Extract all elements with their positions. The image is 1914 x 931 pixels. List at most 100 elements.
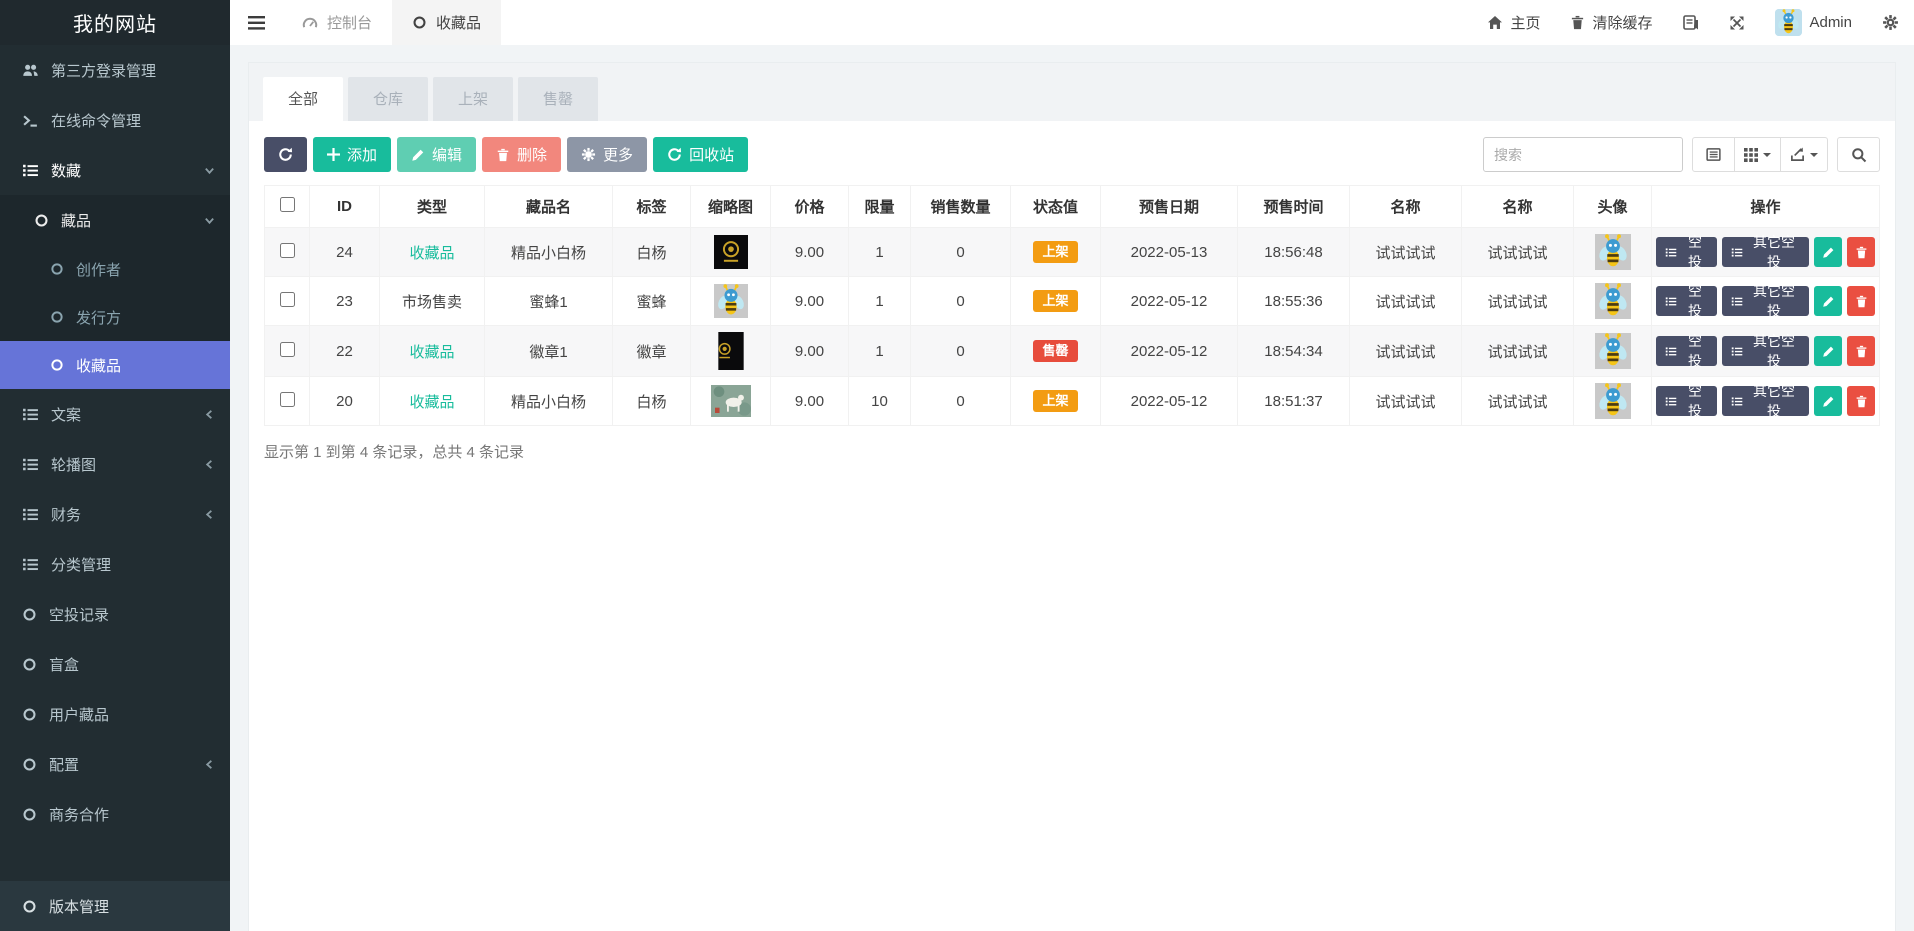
avatar[interactable] — [1595, 333, 1631, 369]
avatar[interactable] — [1595, 234, 1631, 270]
sidebar-item-third-party-login[interactable]: 第三方登录管理 — [0, 45, 230, 95]
delete-row-button[interactable] — [1847, 336, 1875, 366]
avatar[interactable] — [1595, 383, 1631, 419]
table-header-row: ID 类型 藏品名 标签 缩略图 价格 限量 销售数量 状态值 预售日期 预售时… — [265, 186, 1880, 228]
sidebar-item-blind-box[interactable]: 盲盒 — [0, 639, 230, 689]
recycle-bin-button[interactable]: 回收站 — [653, 137, 748, 172]
thumbnail-image[interactable] — [714, 284, 748, 318]
select-all-checkbox[interactable] — [280, 197, 295, 212]
trash-icon — [1570, 15, 1585, 30]
sidebar-spacer — [0, 839, 230, 881]
other-airdrop-button[interactable]: 其它空投 — [1722, 286, 1809, 316]
edit-row-button[interactable] — [1814, 237, 1842, 267]
sidebar-item-label: 商务合作 — [49, 804, 109, 825]
sidebar-item-shucang[interactable]: 数藏 — [0, 145, 230, 195]
search-button[interactable] — [1837, 137, 1880, 172]
cell-limit: 1 — [849, 277, 911, 326]
user-menu[interactable]: Admin — [1760, 0, 1867, 45]
cell-actions: 空投 其它空投 — [1652, 377, 1880, 426]
row-checkbox[interactable] — [280, 392, 295, 407]
delete-row-button[interactable] — [1847, 237, 1875, 267]
delete-button[interactable]: 删除 — [482, 137, 561, 172]
chevron-down-icon — [204, 165, 215, 176]
edit-row-button[interactable] — [1814, 336, 1842, 366]
airdrop-button[interactable]: 空投 — [1656, 336, 1717, 366]
sidebar-item-collections[interactable]: 收藏品 — [0, 341, 230, 389]
other-airdrop-button[interactable]: 其它空投 — [1722, 386, 1809, 416]
status-badge: 上架 — [1033, 241, 1077, 263]
navbar-right: 主页 清除缓存 Admin — [1472, 0, 1914, 45]
app-logo[interactable]: 我的网站 — [0, 0, 230, 45]
airdrop-button[interactable]: 空投 — [1656, 286, 1717, 316]
filter-tab-all[interactable]: 全部 — [263, 77, 343, 121]
sidebar-item-copywriting[interactable]: 文案 — [0, 389, 230, 439]
panel-tabs: 全部 仓库 上架 售罄 — [249, 63, 1895, 121]
cell-name: 精品小白杨 — [485, 228, 613, 277]
avatar[interactable] — [1595, 283, 1631, 319]
delete-row-button[interactable] — [1847, 286, 1875, 316]
cell-presale-time: 18:56:48 — [1238, 228, 1350, 277]
sidebar-item-config[interactable]: 配置 — [0, 739, 230, 789]
thumbnail-image[interactable] — [714, 235, 748, 269]
circle-icon — [22, 807, 37, 822]
sidebar-item-creator[interactable]: 创作者 — [0, 245, 230, 293]
thumbnail-image[interactable] — [711, 385, 751, 417]
other-airdrop-button[interactable]: 其它空投 — [1722, 237, 1809, 267]
sidebar-item-finance[interactable]: 财务 — [0, 489, 230, 539]
cell-limit: 1 — [849, 228, 911, 277]
edit-button[interactable]: 编辑 — [397, 137, 476, 172]
sidebar-item-cangpin[interactable]: 藏品 — [0, 195, 230, 245]
tab-collections[interactable]: 收藏品 — [392, 0, 501, 45]
other-airdrop-button[interactable]: 其它空投 — [1722, 336, 1809, 366]
tab-dashboard[interactable]: 控制台 — [282, 0, 392, 45]
sidebar-item-online-command[interactable]: 在线命令管理 — [0, 95, 230, 145]
sidebar-item-label: 第三方登录管理 — [51, 60, 156, 81]
delete-row-button[interactable] — [1847, 386, 1875, 416]
refresh-button[interactable] — [264, 137, 307, 172]
caret-down-icon — [1810, 153, 1818, 157]
clear-cache-link[interactable]: 清除缓存 — [1555, 0, 1667, 45]
sidebar-item-version[interactable]: 版本管理 — [0, 881, 230, 931]
settings-button[interactable] — [1867, 0, 1914, 45]
add-button[interactable]: 添加 — [313, 137, 391, 172]
fullscreen-button[interactable] — [1714, 0, 1760, 45]
sidebar-item-user-collections[interactable]: 用户藏品 — [0, 689, 230, 739]
users-icon — [22, 62, 39, 79]
view-button-group — [1692, 137, 1828, 172]
gear-icon — [581, 147, 596, 162]
sidebar-toggle-button[interactable] — [230, 0, 282, 45]
filter-tab-soldout[interactable]: 售罄 — [518, 77, 598, 121]
filter-tab-onsale[interactable]: 上架 — [433, 77, 513, 121]
cell-price: 9.00 — [771, 326, 849, 377]
cell-avatar — [1574, 228, 1652, 277]
detail-view-button[interactable] — [1692, 137, 1735, 172]
circle-icon — [22, 707, 37, 722]
airdrop-button[interactable]: 空投 — [1656, 386, 1717, 416]
row-checkbox[interactable] — [280, 292, 295, 307]
sidebar-item-label: 盲盒 — [49, 654, 79, 675]
search-input[interactable] — [1483, 137, 1683, 172]
language-switch-button[interactable] — [1667, 0, 1714, 45]
sidebar-item-label: 收藏品 — [76, 355, 121, 376]
cell-presale-date: 2022-05-12 — [1101, 377, 1238, 426]
edit-row-button[interactable] — [1814, 386, 1842, 416]
airdrop-button[interactable]: 空投 — [1656, 237, 1717, 267]
filter-tab-warehouse[interactable]: 仓库 — [348, 77, 428, 121]
sidebar-item-airdrop-records[interactable]: 空投记录 — [0, 589, 230, 639]
sidebar-item-business-coop[interactable]: 商务合作 — [0, 789, 230, 839]
columns-toggle-button[interactable] — [1734, 137, 1781, 172]
export-button[interactable] — [1780, 137, 1828, 172]
sidebar-item-issuer[interactable]: 发行方 — [0, 293, 230, 341]
sidebar-item-category[interactable]: 分类管理 — [0, 539, 230, 589]
row-checkbox[interactable] — [280, 342, 295, 357]
sidebar-item-carousel[interactable]: 轮播图 — [0, 439, 230, 489]
home-link[interactable]: 主页 — [1472, 0, 1555, 45]
col-header-presale-time: 预售时间 — [1238, 186, 1350, 228]
thumbnail-image[interactable] — [718, 332, 744, 370]
cell-presale-time: 18:54:34 — [1238, 326, 1350, 377]
edit-row-button[interactable] — [1814, 286, 1842, 316]
more-label: 更多 — [603, 144, 633, 165]
row-checkbox[interactable] — [280, 243, 295, 258]
sidebar-item-label: 财务 — [51, 504, 81, 525]
more-button[interactable]: 更多 — [567, 137, 647, 172]
